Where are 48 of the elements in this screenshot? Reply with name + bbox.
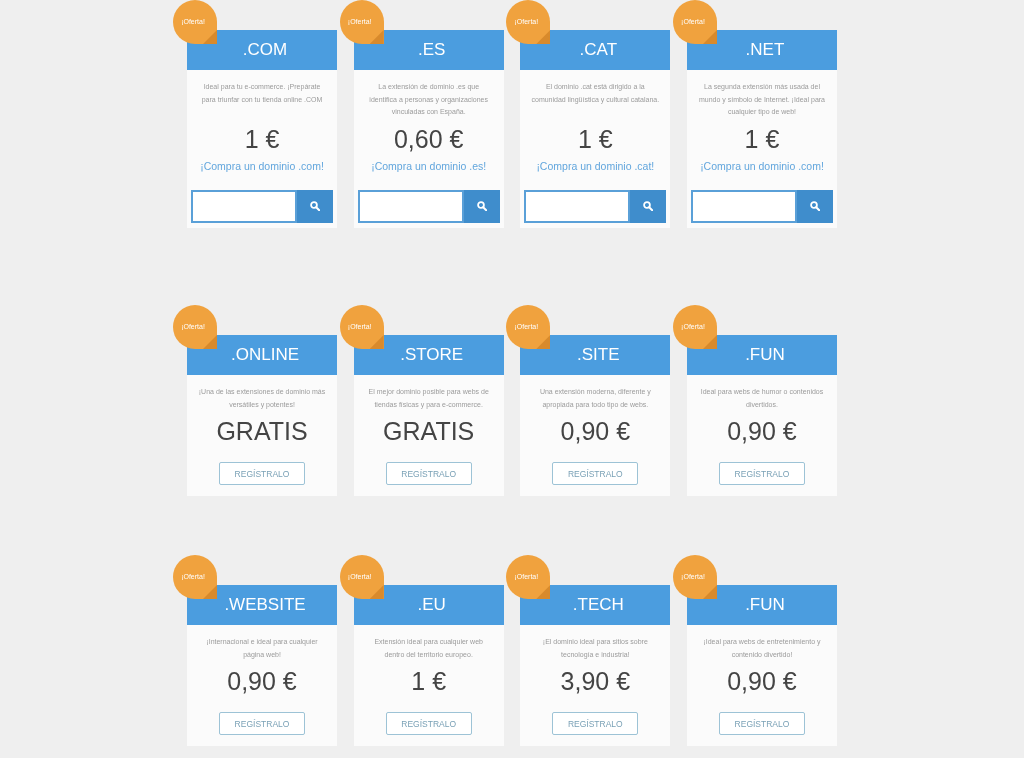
search-button[interactable]: [797, 189, 833, 223]
domain-banner: .SITE: [520, 335, 671, 375]
domain-search-field[interactable]: [691, 189, 797, 223]
price: 0,90 €: [560, 416, 631, 446]
domain-banner: .TECH: [520, 585, 671, 625]
register-button[interactable]: REGÍSTRALO: [719, 712, 805, 735]
register-button[interactable]: REGÍSTRALO: [719, 462, 805, 485]
search-icon: [810, 201, 820, 211]
domain-banner: .ES: [353, 30, 504, 70]
domain-banner: .FUN: [687, 585, 837, 625]
register-button[interactable]: REGÍSTRALO: [552, 462, 639, 485]
domain-banner: .FUN: [687, 335, 837, 375]
domain-search-field[interactable]: [524, 189, 631, 223]
price: 1 €: [577, 123, 613, 154]
domain-link[interactable]: ¡Compra un dominio .com!: [200, 157, 324, 174]
domain-link[interactable]: ¡Compra un dominio .es!: [371, 157, 487, 174]
register-button[interactable]: REGÍSTRALO: [385, 462, 472, 485]
search-button[interactable]: [463, 189, 500, 223]
search-icon: [476, 201, 487, 211]
domain-banner: .EU: [353, 585, 504, 625]
register-button[interactable]: REGÍSTRALO: [385, 712, 472, 735]
price: 3,90 €: [560, 666, 631, 696]
register-button[interactable]: REGÍSTRALO: [219, 462, 305, 485]
price: 0,60 €: [393, 123, 464, 154]
price: GRATIS: [216, 416, 308, 446]
price: 0,90 €: [227, 666, 297, 696]
price: 0,90 €: [727, 666, 797, 696]
domain-search-field[interactable]: [357, 189, 464, 223]
search-button[interactable]: [297, 189, 333, 223]
search-button[interactable]: [630, 189, 667, 223]
domain-banner: .COM: [187, 30, 337, 70]
price: 1 €: [744, 123, 780, 154]
register-button[interactable]: REGÍSTRALO: [552, 712, 639, 735]
price: 0,90 €: [727, 416, 797, 446]
price: GRATIS: [383, 416, 475, 446]
domain-search-field[interactable]: [191, 189, 297, 223]
price: 1 €: [244, 123, 280, 154]
register-button[interactable]: REGÍSTRALO: [219, 712, 305, 735]
domain-banner: .CAT: [520, 30, 671, 70]
domain-banner: .WEBSITE: [187, 585, 337, 625]
price: 1 €: [411, 666, 447, 696]
domain-banner: .NET: [687, 30, 837, 70]
domain-banner: .STORE: [353, 335, 504, 375]
domain-link[interactable]: ¡Compra un dominio .cat!: [536, 157, 655, 174]
search-icon: [310, 201, 320, 211]
domain-banner: .ONLINE: [187, 335, 337, 375]
domain-link[interactable]: ¡Compra un dominio .com!: [700, 157, 824, 174]
search-icon: [643, 201, 654, 211]
